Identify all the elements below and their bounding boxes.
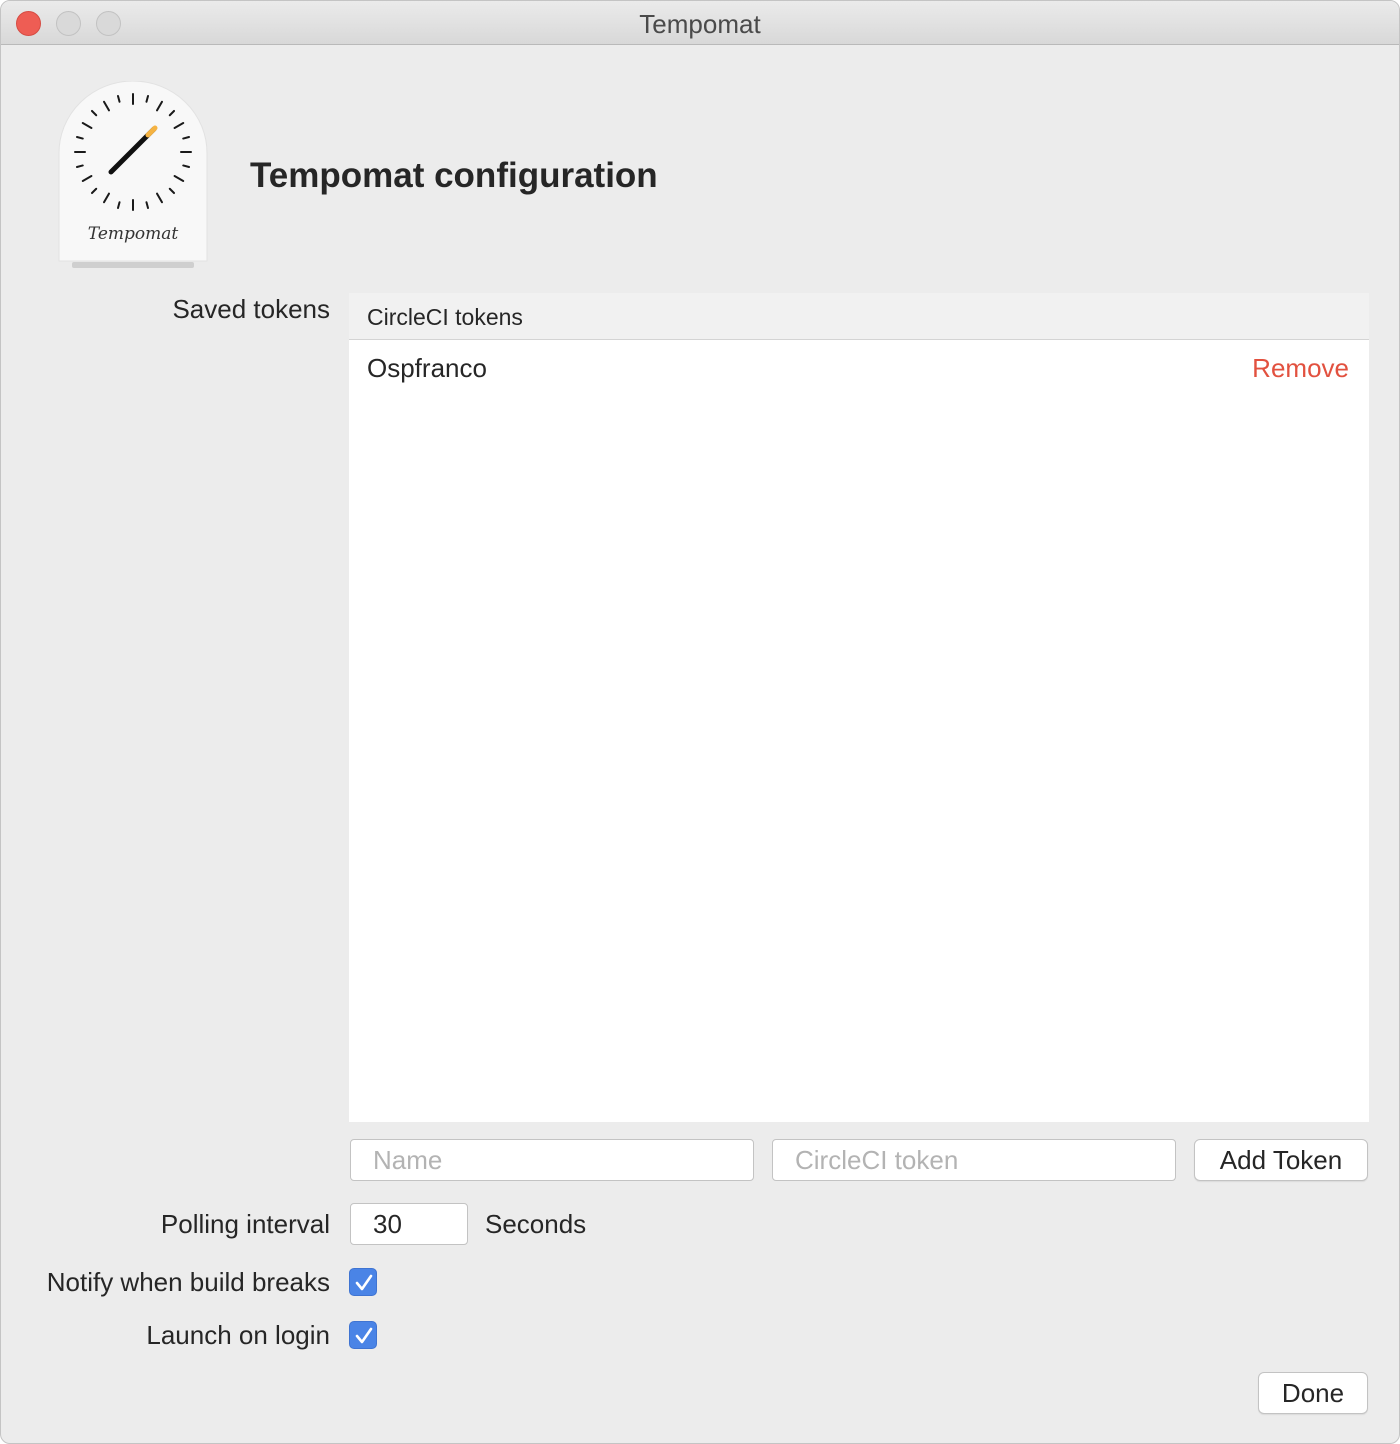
tokens-column-header: CircleCI tokens <box>367 304 523 330</box>
done-button[interactable]: Done <box>1258 1372 1368 1414</box>
settings-window: Tempomat Tempomat Tempomat configuration… <box>0 0 1400 1444</box>
app-logo-text: Tempomat <box>88 224 179 244</box>
checkmark-icon <box>355 1274 373 1291</box>
add-token-button[interactable]: Add Token <box>1194 1139 1368 1181</box>
tokens-table-header[interactable]: CircleCI tokens <box>349 293 1369 340</box>
notify-checkbox[interactable] <box>349 1268 377 1296</box>
title-bar: Tempomat <box>1 1 1399 45</box>
tokens-table: CircleCI tokens Ospfranco Remove <box>349 293 1369 1122</box>
polling-interval-label: Polling interval <box>160 1209 330 1239</box>
launch-on-login-label: Launch on login <box>146 1320 330 1350</box>
circleci-token-input[interactable] <box>772 1139 1176 1181</box>
token-name-input[interactable] <box>350 1139 754 1181</box>
polling-unit-label: Seconds <box>485 1209 587 1239</box>
page-title: Tempomat configuration <box>250 156 658 195</box>
remove-token-button[interactable]: Remove <box>1252 353 1349 384</box>
polling-interval-input[interactable] <box>350 1203 468 1245</box>
notify-label: Notify when build breaks <box>46 1267 330 1297</box>
window-title: Tempomat <box>639 9 761 39</box>
saved-tokens-label: Saved tokens <box>172 294 330 324</box>
launch-on-login-checkbox[interactable] <box>349 1321 377 1349</box>
app-logo-icon: Tempomat <box>58 81 208 268</box>
checkmark-icon <box>355 1327 373 1344</box>
token-name: Ospfranco <box>367 353 487 383</box>
